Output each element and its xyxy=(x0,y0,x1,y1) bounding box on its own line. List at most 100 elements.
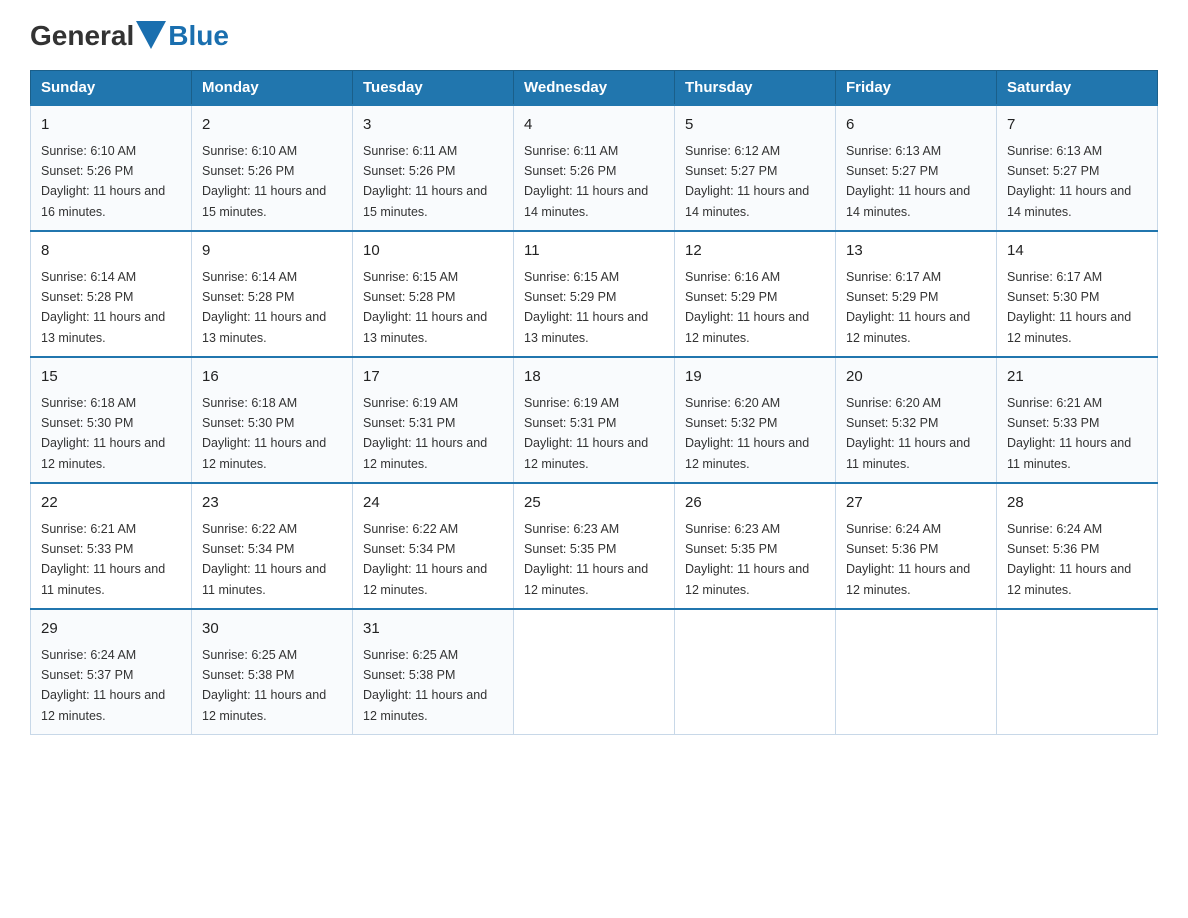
logo: General Blue xyxy=(30,20,229,52)
day-number: 5 xyxy=(685,114,825,137)
day-info: Sunrise: 6:23 AMSunset: 5:35 PMDaylight:… xyxy=(685,522,809,597)
day-info: Sunrise: 6:24 AMSunset: 5:37 PMDaylight:… xyxy=(41,648,165,723)
calendar-cell: 30 Sunrise: 6:25 AMSunset: 5:38 PMDaylig… xyxy=(192,609,353,735)
day-info: Sunrise: 6:19 AMSunset: 5:31 PMDaylight:… xyxy=(524,396,648,471)
day-number: 7 xyxy=(1007,114,1147,137)
calendar-cell: 31 Sunrise: 6:25 AMSunset: 5:38 PMDaylig… xyxy=(353,609,514,735)
calendar-cell: 18 Sunrise: 6:19 AMSunset: 5:31 PMDaylig… xyxy=(514,357,675,483)
day-number: 6 xyxy=(846,114,986,137)
day-info: Sunrise: 6:15 AMSunset: 5:29 PMDaylight:… xyxy=(524,270,648,345)
day-number: 18 xyxy=(524,366,664,389)
day-info: Sunrise: 6:21 AMSunset: 5:33 PMDaylight:… xyxy=(41,522,165,597)
calendar-cell: 13 Sunrise: 6:17 AMSunset: 5:29 PMDaylig… xyxy=(836,231,997,357)
calendar-cell: 11 Sunrise: 6:15 AMSunset: 5:29 PMDaylig… xyxy=(514,231,675,357)
day-number: 11 xyxy=(524,240,664,263)
calendar-cell: 29 Sunrise: 6:24 AMSunset: 5:37 PMDaylig… xyxy=(31,609,192,735)
day-number: 30 xyxy=(202,618,342,641)
day-number: 29 xyxy=(41,618,181,641)
day-info: Sunrise: 6:24 AMSunset: 5:36 PMDaylight:… xyxy=(1007,522,1131,597)
day-number: 24 xyxy=(363,492,503,515)
calendar-cell: 26 Sunrise: 6:23 AMSunset: 5:35 PMDaylig… xyxy=(675,483,836,609)
day-number: 31 xyxy=(363,618,503,641)
calendar-cell: 4 Sunrise: 6:11 AMSunset: 5:26 PMDayligh… xyxy=(514,105,675,231)
calendar-header-row: SundayMondayTuesdayWednesdayThursdayFrid… xyxy=(31,71,1158,106)
day-info: Sunrise: 6:14 AMSunset: 5:28 PMDaylight:… xyxy=(202,270,326,345)
logo-text-blue: Blue xyxy=(168,20,229,52)
day-number: 16 xyxy=(202,366,342,389)
day-number: 25 xyxy=(524,492,664,515)
day-info: Sunrise: 6:20 AMSunset: 5:32 PMDaylight:… xyxy=(685,396,809,471)
calendar-cell: 5 Sunrise: 6:12 AMSunset: 5:27 PMDayligh… xyxy=(675,105,836,231)
day-info: Sunrise: 6:13 AMSunset: 5:27 PMDaylight:… xyxy=(846,144,970,219)
day-info: Sunrise: 6:14 AMSunset: 5:28 PMDaylight:… xyxy=(41,270,165,345)
logo-icon xyxy=(136,21,166,51)
logo-text-general: General xyxy=(30,20,134,52)
calendar-cell: 1 Sunrise: 6:10 AMSunset: 5:26 PMDayligh… xyxy=(31,105,192,231)
calendar-cell: 20 Sunrise: 6:20 AMSunset: 5:32 PMDaylig… xyxy=(836,357,997,483)
calendar-cell: 27 Sunrise: 6:24 AMSunset: 5:36 PMDaylig… xyxy=(836,483,997,609)
calendar-cell: 19 Sunrise: 6:20 AMSunset: 5:32 PMDaylig… xyxy=(675,357,836,483)
day-number: 3 xyxy=(363,114,503,137)
day-number: 4 xyxy=(524,114,664,137)
day-number: 1 xyxy=(41,114,181,137)
calendar-week-3: 15 Sunrise: 6:18 AMSunset: 5:30 PMDaylig… xyxy=(31,357,1158,483)
calendar-cell: 10 Sunrise: 6:15 AMSunset: 5:28 PMDaylig… xyxy=(353,231,514,357)
day-info: Sunrise: 6:23 AMSunset: 5:35 PMDaylight:… xyxy=(524,522,648,597)
day-info: Sunrise: 6:17 AMSunset: 5:30 PMDaylight:… xyxy=(1007,270,1131,345)
day-number: 26 xyxy=(685,492,825,515)
calendar-cell: 3 Sunrise: 6:11 AMSunset: 5:26 PMDayligh… xyxy=(353,105,514,231)
calendar-cell: 12 Sunrise: 6:16 AMSunset: 5:29 PMDaylig… xyxy=(675,231,836,357)
calendar-cell: 25 Sunrise: 6:23 AMSunset: 5:35 PMDaylig… xyxy=(514,483,675,609)
calendar-table: SundayMondayTuesdayWednesdayThursdayFrid… xyxy=(30,70,1158,735)
calendar-cell xyxy=(514,609,675,735)
day-number: 21 xyxy=(1007,366,1147,389)
calendar-week-5: 29 Sunrise: 6:24 AMSunset: 5:37 PMDaylig… xyxy=(31,609,1158,735)
calendar-week-1: 1 Sunrise: 6:10 AMSunset: 5:26 PMDayligh… xyxy=(31,105,1158,231)
day-number: 19 xyxy=(685,366,825,389)
day-number: 9 xyxy=(202,240,342,263)
calendar-cell: 24 Sunrise: 6:22 AMSunset: 5:34 PMDaylig… xyxy=(353,483,514,609)
calendar-cell xyxy=(997,609,1158,735)
day-number: 12 xyxy=(685,240,825,263)
day-number: 13 xyxy=(846,240,986,263)
day-number: 15 xyxy=(41,366,181,389)
calendar-cell: 7 Sunrise: 6:13 AMSunset: 5:27 PMDayligh… xyxy=(997,105,1158,231)
calendar-cell: 17 Sunrise: 6:19 AMSunset: 5:31 PMDaylig… xyxy=(353,357,514,483)
day-info: Sunrise: 6:25 AMSunset: 5:38 PMDaylight:… xyxy=(363,648,487,723)
day-info: Sunrise: 6:17 AMSunset: 5:29 PMDaylight:… xyxy=(846,270,970,345)
day-info: Sunrise: 6:22 AMSunset: 5:34 PMDaylight:… xyxy=(363,522,487,597)
day-info: Sunrise: 6:15 AMSunset: 5:28 PMDaylight:… xyxy=(363,270,487,345)
day-header-saturday: Saturday xyxy=(997,71,1158,106)
day-header-tuesday: Tuesday xyxy=(353,71,514,106)
day-header-thursday: Thursday xyxy=(675,71,836,106)
day-info: Sunrise: 6:11 AMSunset: 5:26 PMDaylight:… xyxy=(363,144,487,219)
day-info: Sunrise: 6:18 AMSunset: 5:30 PMDaylight:… xyxy=(202,396,326,471)
day-info: Sunrise: 6:22 AMSunset: 5:34 PMDaylight:… xyxy=(202,522,326,597)
day-number: 27 xyxy=(846,492,986,515)
day-header-monday: Monday xyxy=(192,71,353,106)
day-number: 8 xyxy=(41,240,181,263)
day-header-sunday: Sunday xyxy=(31,71,192,106)
day-number: 14 xyxy=(1007,240,1147,263)
day-number: 23 xyxy=(202,492,342,515)
day-info: Sunrise: 6:24 AMSunset: 5:36 PMDaylight:… xyxy=(846,522,970,597)
calendar-cell: 8 Sunrise: 6:14 AMSunset: 5:28 PMDayligh… xyxy=(31,231,192,357)
day-info: Sunrise: 6:18 AMSunset: 5:30 PMDaylight:… xyxy=(41,396,165,471)
day-info: Sunrise: 6:10 AMSunset: 5:26 PMDaylight:… xyxy=(41,144,165,219)
day-info: Sunrise: 6:20 AMSunset: 5:32 PMDaylight:… xyxy=(846,396,970,471)
page-header: General Blue xyxy=(30,20,1158,52)
day-number: 22 xyxy=(41,492,181,515)
day-header-wednesday: Wednesday xyxy=(514,71,675,106)
day-info: Sunrise: 6:21 AMSunset: 5:33 PMDaylight:… xyxy=(1007,396,1131,471)
calendar-cell: 21 Sunrise: 6:21 AMSunset: 5:33 PMDaylig… xyxy=(997,357,1158,483)
day-info: Sunrise: 6:10 AMSunset: 5:26 PMDaylight:… xyxy=(202,144,326,219)
calendar-cell: 14 Sunrise: 6:17 AMSunset: 5:30 PMDaylig… xyxy=(997,231,1158,357)
calendar-cell xyxy=(675,609,836,735)
calendar-cell: 6 Sunrise: 6:13 AMSunset: 5:27 PMDayligh… xyxy=(836,105,997,231)
calendar-cell: 28 Sunrise: 6:24 AMSunset: 5:36 PMDaylig… xyxy=(997,483,1158,609)
day-number: 28 xyxy=(1007,492,1147,515)
calendar-week-4: 22 Sunrise: 6:21 AMSunset: 5:33 PMDaylig… xyxy=(31,483,1158,609)
day-info: Sunrise: 6:13 AMSunset: 5:27 PMDaylight:… xyxy=(1007,144,1131,219)
calendar-cell xyxy=(836,609,997,735)
day-number: 2 xyxy=(202,114,342,137)
